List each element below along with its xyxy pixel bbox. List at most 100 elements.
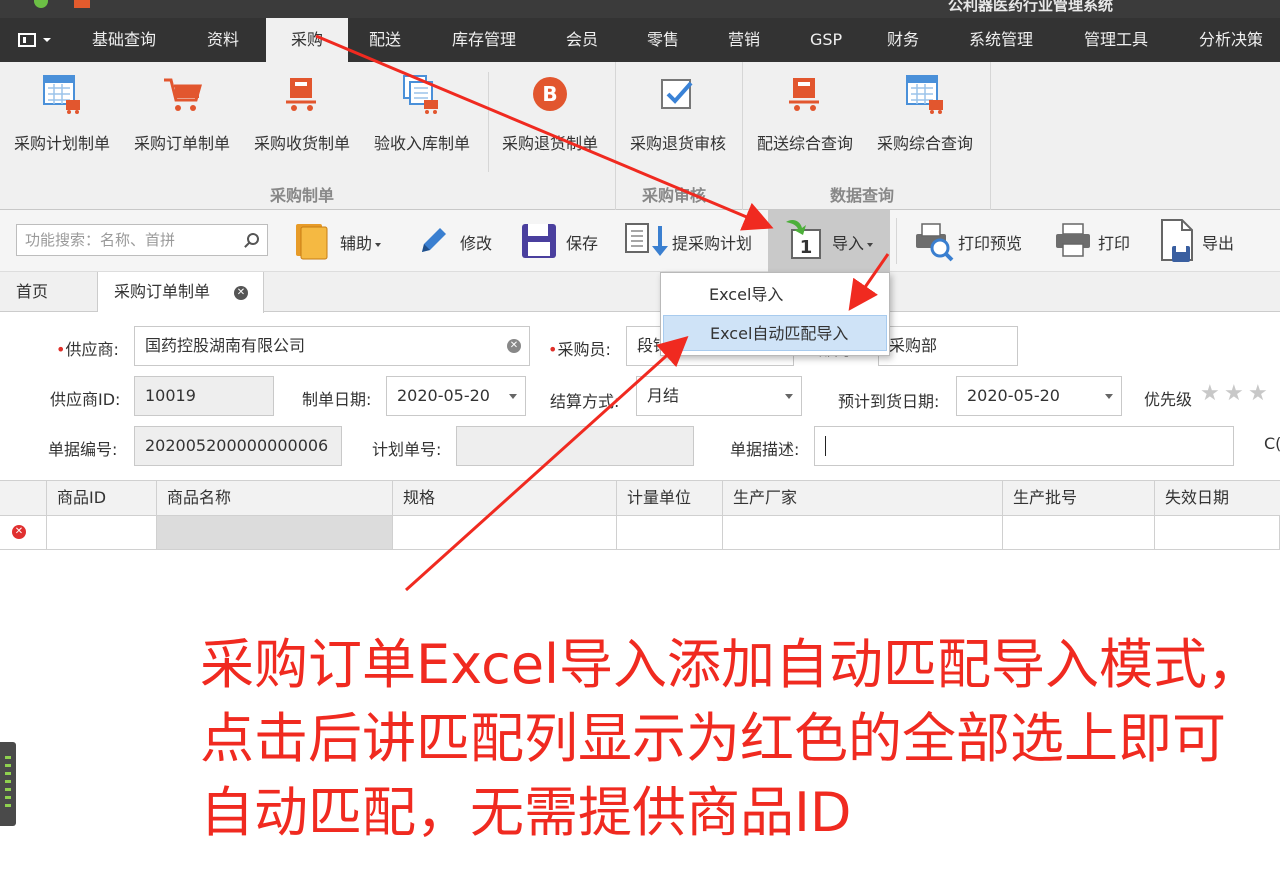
app-icon [34,0,48,8]
menu-item-data[interactable]: 资料 [207,18,239,62]
menu-item-retail[interactable]: 零售 [647,18,679,62]
import-button[interactable]: 1 导入 [768,210,890,272]
dept-field[interactable]: 采购部 [878,326,1018,366]
column-header[interactable]: 商品ID [46,481,156,515]
printer-icon [1056,223,1090,257]
title-bar: 公利器医药行业管理系统 [0,0,1280,18]
ribbon-inspection-button[interactable]: 验收入库制单 [368,62,476,174]
search-input[interactable] [17,225,237,255]
side-panel-handle[interactable] [0,742,16,826]
toolbar-divider [896,218,897,264]
supplier-id-field: 10019 [134,376,274,416]
annotation-text: 采购订单Excel导入添加自动匹配导入模式，点击后讲匹配列显示为红色的全部选上即… [200,633,1262,844]
extract-plan-button[interactable]: 提采购计划 [620,210,760,272]
supplier-id-label: 供应商ID: [50,390,121,409]
ribbon-label: 验收入库制单 [373,134,470,153]
priority-star-icon[interactable]: ★ [1248,383,1268,405]
ribbon-purchase-order-button[interactable]: 采购订单制单 [128,62,236,174]
print-label: 打印 [1098,234,1131,253]
close-icon[interactable]: ✕ [234,286,248,300]
cut-off-label: C( [1264,434,1280,453]
function-search[interactable] [16,224,268,256]
arrival-date-label: 预计到货日期: [838,392,940,411]
column-header[interactable]: 生产批号 [1002,481,1154,515]
assist-button[interactable]: 辅助 [290,210,398,272]
print-button[interactable]: 打印 [1050,210,1146,272]
ribbon-divider [488,72,489,172]
search-icon[interactable] [247,233,259,245]
table-row[interactable]: ✕ [0,516,1280,550]
menu-item-excel-auto-match-import[interactable]: Excel自动匹配导入 [663,315,887,351]
menu-item-excel-import[interactable]: Excel导入 [663,277,887,313]
print-preview-button[interactable]: 打印预览 [910,210,1036,272]
ribbon-purchase-query-button[interactable]: 采购综合查询 [871,62,979,174]
made-date-label: 制单日期: [302,390,372,409]
menu-item-delivery[interactable]: 配送 [369,18,401,62]
svg-text:B: B [542,82,557,106]
ribbon-panel: 采购计划制单 采购订单制单 采购收货制单 验收入库制单 B 采购退货制单 采购退… [0,62,1280,210]
settle-select[interactable]: 月结 [636,376,802,416]
ribbon-purchase-return-button[interactable]: B 采购退货制单 [496,62,604,174]
arrival-date-field[interactable]: 2020-05-20 [956,376,1122,416]
menu-item-basic-query[interactable]: 基础查询 [92,18,156,62]
table-cell[interactable] [46,516,156,549]
tab-home[interactable]: 首页 [0,272,98,312]
table-cell[interactable] [1154,516,1280,549]
clear-icon[interactable]: ✕ [507,339,521,353]
chevron-down-icon[interactable] [1105,394,1113,399]
menu-item-inventory[interactable]: 库存管理 [452,18,516,62]
main-menu-bar: 基础查询 资料 采购 配送 库存管理 会员 零售 营销 GSP 财务 系统管理 … [0,18,1280,62]
priority-star-icon[interactable]: ★ [1200,383,1220,405]
menu-toggle-button[interactable] [0,18,66,62]
edit-button[interactable]: 修改 [412,210,502,272]
calendar-cart-icon [43,75,80,114]
ribbon-divider [990,62,991,210]
desc-input[interactable] [814,426,1234,466]
supplier-field[interactable]: 国药控股湖南有限公司 ✕ [134,326,530,366]
table-cell[interactable] [1002,516,1154,549]
menu-item-system[interactable]: 系统管理 [969,18,1033,62]
import-label: 导入 [832,234,865,253]
save-button[interactable]: 保存 [516,210,606,272]
window-title: 公利器医药行业管理系统 [948,0,1114,14]
column-header[interactable]: 计量单位 [616,481,722,515]
ribbon-purchase-receipt-button[interactable]: 采购收货制单 [248,62,356,174]
ribbon-delivery-query-button[interactable]: 配送综合查询 [751,62,859,174]
menu-item-purchase[interactable]: 采购 [266,18,348,62]
made-date-field[interactable]: 2020-05-20 [386,376,526,416]
tab-purchase-order[interactable]: 采购订单制单 ✕ [98,272,264,313]
table-cell[interactable] [392,516,616,549]
chevron-down-icon[interactable] [509,394,517,399]
column-header[interactable]: 规格 [392,481,616,515]
chevron-down-icon[interactable] [785,394,793,399]
menu-item-analysis[interactable]: 分析决策 [1199,18,1263,62]
ribbon-purchase-plan-button[interactable]: 采购计划制单 [8,62,116,174]
priority-star-icon[interactable]: ★ [1224,383,1244,405]
column-header[interactable]: 商品名称 [156,481,392,515]
save-label: 保存 [566,234,599,253]
ribbon-group-title: 数据查询 [830,186,895,205]
table-cell[interactable] [156,516,392,549]
export-button[interactable]: 导出 [1156,210,1256,272]
settle-value: 月结 [647,386,680,405]
table-cell[interactable] [722,516,1002,549]
doc-no-field: 202005200000000006 [134,426,342,466]
column-header[interactable]: 生产厂家 [722,481,1002,515]
calendar-cart-icon [906,75,943,114]
priority-label: 优先级 [1144,390,1193,409]
menu-item-marketing[interactable]: 营销 [728,18,760,62]
menu-item-gsp[interactable]: GSP [810,18,842,62]
error-icon: ✕ [12,525,26,539]
buyer-label: •采购员: [548,340,611,359]
menu-item-tools[interactable]: 管理工具 [1084,18,1148,62]
ribbon-return-audit-button[interactable]: 采购退货审核 [624,62,732,174]
pencil-icon [422,228,446,252]
quick-access-icon[interactable] [74,0,90,8]
shopping-cart-icon [164,78,202,111]
menu-item-finance[interactable]: 财务 [887,18,919,62]
text-cursor [825,436,826,456]
column-header[interactable]: 失效日期 [1154,481,1280,515]
table-cell[interactable] [616,516,722,549]
ribbon-label: 采购综合查询 [876,134,973,153]
menu-item-member[interactable]: 会员 [566,18,598,62]
